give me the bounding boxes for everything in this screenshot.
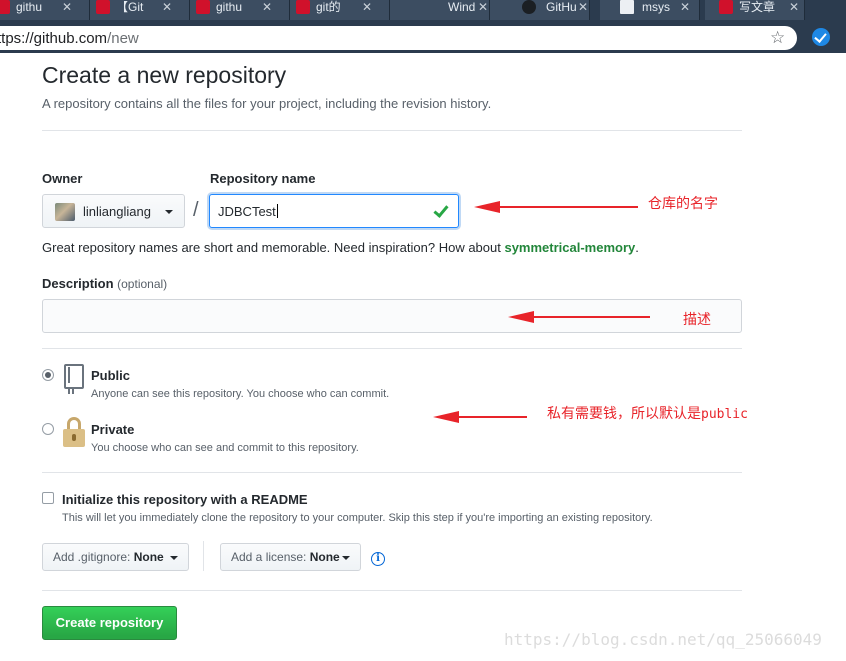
private-radio[interactable] bbox=[42, 423, 54, 435]
lock-icon bbox=[62, 417, 86, 449]
readme-checkbox[interactable] bbox=[42, 492, 54, 504]
private-note: You choose who can see and commit to thi… bbox=[91, 442, 359, 454]
tab-title: 写文章 bbox=[739, 0, 776, 14]
owner-name: linliangliang bbox=[83, 204, 151, 219]
close-icon[interactable]: ✕ bbox=[680, 0, 690, 14]
owner-label: Owner bbox=[42, 171, 83, 186]
public-radio[interactable] bbox=[42, 369, 54, 381]
annotation-arrow-icon bbox=[433, 411, 459, 423]
browser-tab-strip: githu ✕ 【Git ✕ githu ✕ git的 ✕ Wind ✕ GitHu ✕ m… bbox=[0, 0, 846, 20]
repo-name-value: JDBCTest bbox=[218, 204, 276, 219]
divider bbox=[42, 590, 742, 591]
annotation-arrow-line bbox=[532, 316, 650, 318]
private-title: Private bbox=[91, 422, 135, 437]
annotation-repo-name: 仓库的名字 bbox=[648, 196, 718, 212]
tab-title: GitHu bbox=[546, 0, 577, 14]
browser-tab[interactable]: GitHu ✕ bbox=[490, 0, 590, 20]
info-icon[interactable]: i bbox=[371, 552, 385, 566]
divider bbox=[203, 541, 204, 571]
tab-title: githu bbox=[16, 0, 43, 14]
license-value: None bbox=[309, 550, 340, 564]
public-title: Public bbox=[91, 368, 131, 383]
annotation-description: 描述 bbox=[683, 312, 711, 328]
public-note: Anyone can see this repository. You choo… bbox=[91, 388, 390, 400]
owner-repo-separator: / bbox=[193, 199, 199, 221]
close-icon[interactable]: ✕ bbox=[478, 0, 488, 14]
close-icon[interactable]: ✕ bbox=[162, 0, 172, 14]
browser-tab[interactable]: 写文章 ✕ bbox=[705, 0, 805, 20]
browser-tab[interactable]: githu ✕ bbox=[190, 0, 290, 20]
divider bbox=[42, 472, 742, 473]
optional-tag: (optional) bbox=[117, 277, 168, 291]
owner-dropdown[interactable]: linliangliang bbox=[42, 194, 185, 228]
csdn-icon bbox=[96, 0, 110, 14]
csdn-icon bbox=[719, 0, 733, 14]
readme-label[interactable]: Initialize this repository with a README bbox=[62, 492, 308, 507]
license-dropdown[interactable]: Add a license: None bbox=[220, 543, 361, 571]
page-title: Create a new repository bbox=[42, 62, 287, 88]
annotation-arrow-icon bbox=[474, 201, 500, 213]
gitignore-value: None bbox=[133, 550, 164, 564]
close-icon[interactable]: ✕ bbox=[362, 0, 372, 14]
divider bbox=[42, 130, 742, 131]
document-icon bbox=[620, 0, 634, 14]
annotation-arrow-line bbox=[457, 416, 527, 418]
browser-tab[interactable]: 【Git ✕ bbox=[90, 0, 190, 20]
close-icon[interactable]: ✕ bbox=[262, 0, 272, 14]
description-label: Description (optional) bbox=[42, 276, 168, 291]
watermark: https://blog.csdn.net/qq_25066049 bbox=[504, 630, 822, 649]
caret-down-icon bbox=[165, 210, 173, 214]
divider bbox=[42, 348, 742, 349]
windows-icon bbox=[396, 0, 410, 14]
tab-title: Wind bbox=[448, 0, 476, 14]
caret-down-icon bbox=[170, 556, 178, 560]
csdn-icon bbox=[296, 0, 310, 14]
create-repository-button[interactable]: Create repository bbox=[42, 606, 177, 640]
repo-icon bbox=[62, 364, 86, 394]
tab-title: msys bbox=[642, 0, 670, 14]
avatar bbox=[55, 203, 75, 221]
repo-name-hint: Great repository names are short and mem… bbox=[42, 240, 639, 255]
browser-tab[interactable]: Wind ✕ bbox=[390, 0, 490, 20]
browser-tab[interactable]: githu ✕ bbox=[0, 0, 90, 20]
address-bar: ttps://github.com/new ☆ bbox=[0, 20, 846, 53]
close-icon[interactable]: ✕ bbox=[62, 0, 72, 14]
url-field[interactable]: ttps://github.com/new ☆ bbox=[0, 26, 797, 50]
readme-note: This will let you immediately clone the … bbox=[62, 512, 653, 524]
annotation-arrow-icon bbox=[508, 311, 534, 323]
extension-icon[interactable] bbox=[812, 28, 830, 46]
browser-tab[interactable]: git的 ✕ bbox=[290, 0, 390, 20]
check-icon bbox=[433, 202, 449, 218]
tab-title: 【Git bbox=[116, 0, 144, 14]
browser-tab[interactable]: msys ✕ bbox=[600, 0, 700, 20]
repo-name-label: Repository name bbox=[210, 171, 316, 186]
tab-title: git的 bbox=[316, 0, 341, 14]
csdn-icon bbox=[0, 0, 10, 14]
page-subtitle: A repository contains all the files for … bbox=[42, 96, 492, 111]
close-icon[interactable]: ✕ bbox=[578, 0, 588, 14]
url-text: ttps://github.com/new bbox=[0, 30, 139, 47]
tab-title: githu bbox=[216, 0, 243, 14]
caret-down-icon bbox=[342, 556, 350, 560]
bookmark-star-icon[interactable]: ☆ bbox=[770, 28, 785, 48]
repo-name-input[interactable]: JDBCTest bbox=[209, 194, 459, 228]
gitignore-dropdown[interactable]: Add .gitignore: None bbox=[42, 543, 189, 571]
close-icon[interactable]: ✕ bbox=[789, 0, 799, 14]
annotation-visibility: 私有需要钱，所以默认是public bbox=[547, 406, 748, 422]
annotation-arrow-line bbox=[498, 206, 638, 208]
csdn-icon bbox=[196, 0, 210, 14]
name-suggestion-link[interactable]: symmetrical-memory bbox=[504, 240, 635, 255]
github-icon bbox=[522, 0, 536, 14]
